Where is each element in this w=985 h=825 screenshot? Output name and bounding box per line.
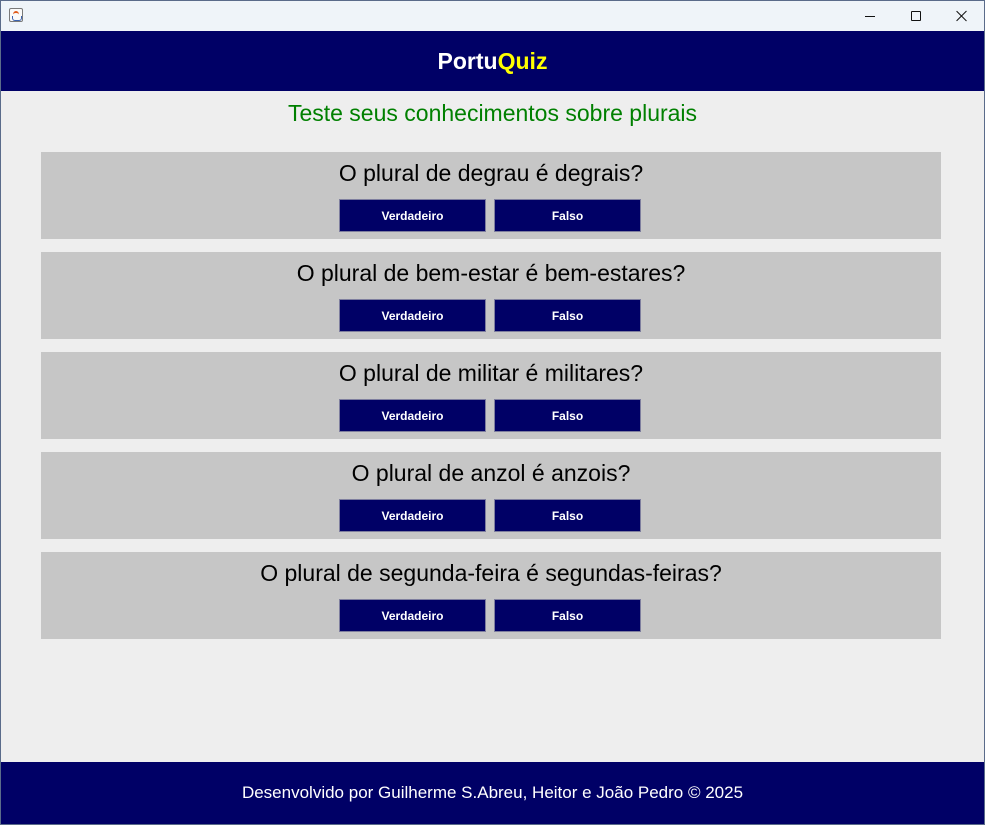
true-button[interactable]: Verdadeiro: [339, 299, 486, 332]
question-card: O plural de militar é militares? Verdade…: [41, 352, 941, 439]
question-card: O plural de degrau é degrais? Verdadeiro…: [41, 152, 941, 239]
app-footer: Desenvolvido por Guilherme S.Abreu, Heit…: [1, 762, 984, 824]
question-text: O plural de bem-estar é bem-estares?: [296, 260, 686, 286]
title-bar[interactable]: [1, 1, 984, 31]
question-text: O plural de segunda-feira é segundas-fei…: [260, 560, 722, 586]
page-subtitle: Teste seus conhecimentos sobre plurais: [287, 100, 698, 126]
minimize-icon: [865, 15, 875, 17]
true-button[interactable]: Verdadeiro: [339, 399, 486, 432]
question-text: O plural de degrau é degrais?: [338, 160, 644, 186]
minimize-button[interactable]: [847, 1, 893, 31]
false-button[interactable]: Falso: [494, 499, 641, 532]
false-button[interactable]: Falso: [494, 399, 641, 432]
true-button[interactable]: Verdadeiro: [339, 499, 486, 532]
question-card: O plural de bem-estar é bem-estares? Ver…: [41, 252, 941, 339]
footer-credits: Desenvolvido por Guilherme S.Abreu, Heit…: [241, 783, 744, 802]
true-button[interactable]: Verdadeiro: [339, 599, 486, 632]
false-button[interactable]: Falso: [494, 299, 641, 332]
app-window: Portu Quiz Teste seus conhecimentos sobre…: [0, 0, 985, 825]
close-button[interactable]: [939, 1, 985, 31]
app-title-part1: Portu: [437, 47, 498, 74]
question-card: O plural de anzol é anzois? Verdadeiro F…: [41, 452, 941, 539]
question-card: O plural de segunda-feira é segundas-fei…: [41, 552, 941, 639]
app-header: Portu Quiz: [1, 31, 984, 91]
app-title-part2: Quiz: [497, 47, 548, 74]
question-text: O plural de anzol é anzois?: [351, 460, 631, 486]
true-button[interactable]: Verdadeiro: [339, 199, 486, 232]
close-icon: [956, 10, 968, 22]
question-text: O plural de militar é militares?: [338, 360, 644, 386]
java-app-icon: [9, 8, 23, 22]
maximize-icon: [911, 11, 921, 21]
false-button[interactable]: Falso: [494, 199, 641, 232]
false-button[interactable]: Falso: [494, 599, 641, 632]
maximize-button[interactable]: [893, 1, 939, 31]
